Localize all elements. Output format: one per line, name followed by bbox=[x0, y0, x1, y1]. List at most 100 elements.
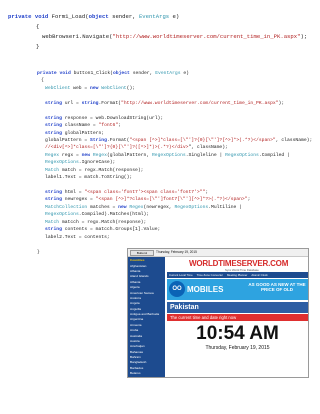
code-token: match = regx.Match(response); bbox=[61, 167, 144, 173]
code-line bbox=[37, 182, 312, 189]
ad-banner[interactable]: OO MOBILES AS GOOD AS NEW AT THE PRICE O… bbox=[167, 279, 308, 300]
nav-link[interactable]: Atomic Clock bbox=[249, 273, 269, 277]
code-token: .Multiline | bbox=[208, 204, 242, 210]
code-token: EventArgs bbox=[155, 71, 184, 76]
code-token: new bbox=[90, 85, 102, 91]
code-line: private void Form1_Load(object sender, E… bbox=[8, 12, 307, 22]
code-token: Regex bbox=[92, 152, 107, 158]
code-token: private bbox=[8, 13, 35, 20]
code-token: newregex = bbox=[64, 197, 96, 203]
code-line: RegexOptions.Compiled).Matches(html); bbox=[37, 211, 312, 218]
code-line bbox=[37, 107, 312, 114]
code-line: string globalPattern; bbox=[37, 130, 312, 137]
country-title: Pakistan bbox=[167, 302, 308, 313]
code-block-form-load: private void Form1_Load(object sender, E… bbox=[8, 12, 307, 52]
code-token: //<div[^>]*class=[\"']?{0}[\"']?([^>]*)>… bbox=[45, 145, 189, 151]
code-token: html = bbox=[64, 190, 85, 195]
code-token: void bbox=[34, 13, 52, 20]
code-token: RegexOptions bbox=[151, 152, 186, 158]
code-line: Match matcch = regx.Match(response); bbox=[37, 219, 312, 226]
code-line: //<div[^>]*class=[\"']?{0}[\"']?([^>]*)>… bbox=[37, 144, 312, 151]
code-token: ); bbox=[278, 100, 285, 106]
code-token: ; bbox=[247, 197, 251, 203]
code-token: regx = bbox=[61, 152, 82, 158]
nav-link[interactable]: Meeting Planner bbox=[225, 273, 249, 277]
code-token: String bbox=[90, 137, 107, 143]
code-line bbox=[37, 92, 312, 99]
code-token: ); bbox=[300, 33, 308, 40]
code-token: sender, bbox=[112, 13, 139, 20]
code-token: } bbox=[37, 249, 40, 255]
code-token: Match bbox=[45, 167, 62, 173]
code-token: , className); bbox=[275, 137, 313, 143]
code-line: RegexOptions.IgnoreCase); bbox=[37, 159, 312, 166]
code-line: string newregex = "<span [^>]*?class=[\"… bbox=[37, 196, 312, 203]
code-token: new bbox=[118, 204, 130, 210]
code-line: WebClient web = new WebClient(); bbox=[37, 85, 312, 92]
code-token: "http://www.worldtimeserver.com/current_… bbox=[121, 100, 279, 106]
code-token: string bbox=[45, 197, 65, 203]
code-token: (globalPattern, bbox=[106, 152, 152, 158]
code-token: web = bbox=[73, 85, 91, 91]
sidebar-country-link[interactable]: Belarus bbox=[128, 371, 165, 376]
code-line: private void button1_Click(object sender… bbox=[37, 70, 312, 77]
code-token: response = web.DownloadString(url); bbox=[64, 115, 164, 121]
current-time: 10:54 AM bbox=[196, 323, 279, 344]
ad-title: MOBILES bbox=[187, 285, 224, 294]
code-token: string bbox=[45, 115, 65, 121]
code-token: "<span [^>]*class=[\"']?{0}[\"']?[^>]*>(… bbox=[129, 137, 276, 143]
label-date: Thursday, February 19, 2015 bbox=[156, 250, 197, 254]
country-sidebar: Countries Afghanistan Albania Aland Island… bbox=[128, 257, 165, 377]
code-token: ; bbox=[118, 123, 121, 129]
code-token: ; bbox=[205, 190, 209, 195]
code-token: Regex bbox=[45, 152, 62, 158]
code-token: .Compiled | bbox=[258, 152, 290, 158]
code-line: globalPattern = String.Format("<span [^>… bbox=[37, 137, 312, 144]
nav-link[interactable]: Current Local Time bbox=[167, 273, 195, 277]
nav-link[interactable]: Time Zone Converter bbox=[195, 273, 225, 277]
code-token: "font6" bbox=[98, 123, 119, 129]
code-token: button1_Click( bbox=[73, 71, 113, 76]
code-line: string response = web.DownloadString(url… bbox=[37, 115, 312, 122]
code-token: object bbox=[88, 13, 113, 20]
code-token: Form1_Load( bbox=[51, 13, 89, 20]
site-header: WORLDTIMESERVER.COM Sync World Time Data… bbox=[167, 258, 308, 272]
form-toolbar: Button1 Thursday, February 19, 2015 bbox=[128, 249, 308, 257]
code-token: "http://www.worldtimeserver.com/current_… bbox=[112, 33, 301, 40]
code-token: .Compiled).Matches(html); bbox=[78, 212, 150, 218]
code-token: string bbox=[45, 227, 65, 233]
button1[interactable]: Button1 bbox=[130, 250, 154, 256]
code-token: RegexOptions bbox=[45, 212, 79, 218]
code-token: RegexOptions bbox=[45, 160, 79, 166]
code-token: WebClient bbox=[101, 85, 127, 91]
code-token: RegexOptions bbox=[225, 152, 259, 158]
code-line: } bbox=[8, 42, 307, 52]
code-token: url = bbox=[64, 100, 82, 106]
code-token: WebClient bbox=[45, 85, 74, 91]
code-token: "<span [^>]*?class=[\"']font7[\"'][^>]*?… bbox=[95, 197, 248, 203]
code-line: webBrowser1.Navigate("http://www.worldti… bbox=[8, 32, 307, 42]
code-token: } bbox=[36, 43, 40, 50]
code-token: label2.Text = contents; bbox=[45, 234, 110, 240]
code-token: .Format( bbox=[98, 100, 121, 106]
code-token: .Singleline | bbox=[185, 152, 226, 158]
code-token: string bbox=[45, 130, 65, 136]
code-line: label2.Text = contents; bbox=[37, 234, 312, 241]
site-logo: WORLDTIMESERVER.COM bbox=[189, 259, 289, 268]
code-token: string bbox=[45, 100, 65, 106]
code-token: sender, bbox=[132, 71, 156, 76]
code-token: label1.Text = match.ToString(); bbox=[45, 175, 133, 181]
code-line: Match match = regx.Match(response); bbox=[37, 167, 312, 174]
code-line: { bbox=[37, 77, 312, 84]
code-token: e) bbox=[183, 71, 189, 76]
browser-screenshot: Button1 Thursday, February 19, 2015 Coun… bbox=[127, 248, 309, 378]
code-token: e) bbox=[172, 13, 180, 20]
code-token: void bbox=[59, 71, 74, 76]
code-token: { bbox=[41, 78, 44, 84]
code-token: matcch = regx.Match(response); bbox=[61, 219, 147, 225]
code-token: string bbox=[45, 123, 65, 129]
code-token: RegexOptions bbox=[174, 204, 209, 210]
